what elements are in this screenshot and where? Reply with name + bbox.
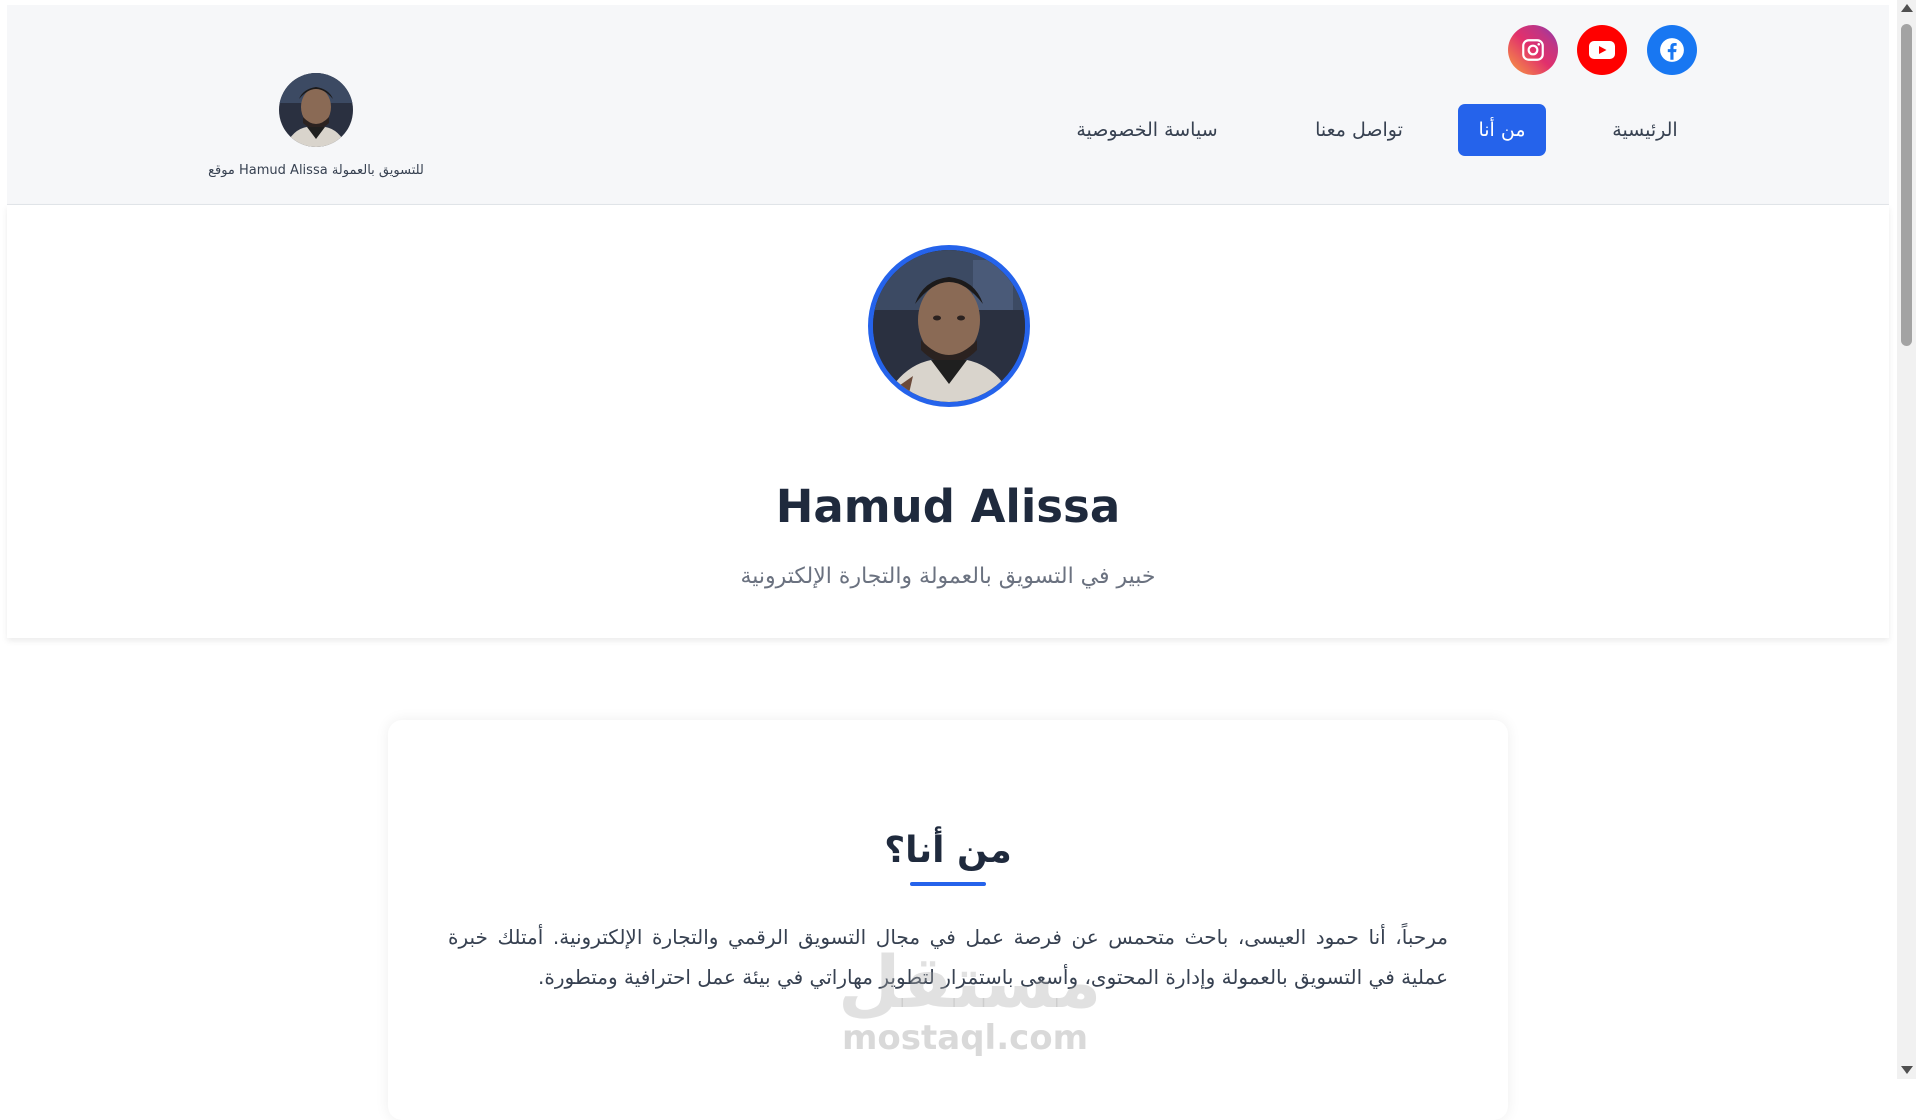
nav-about[interactable]: من أنا: [1458, 104, 1546, 156]
scrollbar-thumb[interactable]: [1901, 24, 1912, 346]
page: الرئيسية من أنا تواصل معنا سياسة الخصوصي…: [0, 0, 1897, 1120]
watermark-arabic: مستقل: [838, 940, 1102, 1024]
scroll-down-arrow-icon[interactable]: [1901, 1066, 1913, 1074]
nav-contact[interactable]: تواصل معنا: [1289, 104, 1429, 156]
youtube-icon: [1589, 41, 1615, 59]
about-title: من أنا؟: [884, 830, 1012, 871]
youtube-link[interactable]: [1577, 25, 1627, 75]
facebook-icon: [1660, 38, 1684, 62]
facebook-link[interactable]: [1647, 25, 1697, 75]
site-header: الرئيسية من أنا تواصل معنا سياسة الخصوصي…: [7, 5, 1889, 205]
watermark-latin: mostaql.com: [842, 1018, 1089, 1058]
vertical-scrollbar[interactable]: [1897, 0, 1916, 1079]
profile-avatar: [868, 245, 1030, 407]
title-underline: [910, 882, 986, 886]
nav-privacy[interactable]: سياسة الخصوصية: [1047, 104, 1247, 156]
hero-section: Hamud Alissa خبير في التسويق بالعمولة وا…: [7, 205, 1889, 638]
nav-home[interactable]: الرئيسية: [1590, 104, 1700, 156]
profile-name: Hamud Alissa: [775, 480, 1121, 533]
logo-avatar[interactable]: [279, 73, 353, 147]
instagram-link[interactable]: [1508, 25, 1558, 75]
about-card: من أنا؟ مرحباً، أنا حمود العيسى، باحث مت…: [388, 720, 1508, 1120]
instagram-icon: [1522, 39, 1544, 61]
scroll-up-arrow-icon[interactable]: [1901, 4, 1913, 12]
profile-subtitle: خبير في التسويق بالعمولة والتجارة الإلكت…: [740, 564, 1156, 589]
logo-caption: موقع Hamud Alissa للتسويق بالعمولة: [208, 163, 424, 178]
